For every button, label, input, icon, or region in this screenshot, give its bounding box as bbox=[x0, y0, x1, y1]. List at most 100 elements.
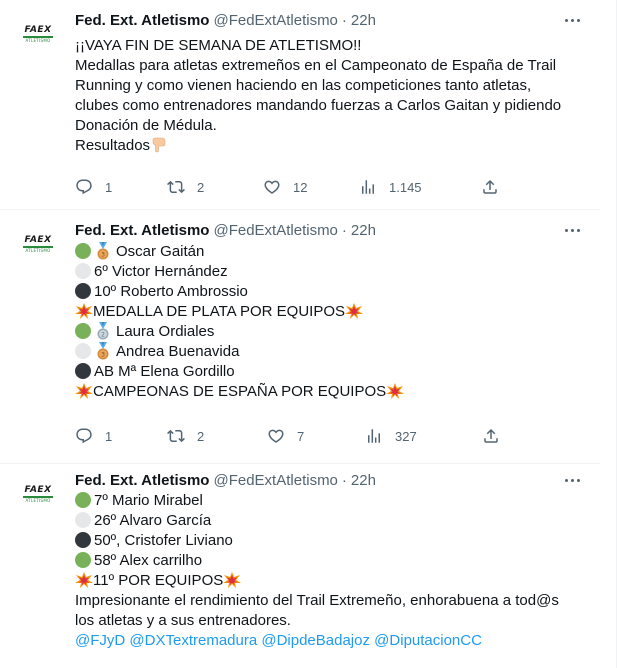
separator-dot: · bbox=[341, 221, 347, 239]
timestamp[interactable]: 22h bbox=[351, 222, 376, 239]
result-line: 2 Laura Ordiales bbox=[75, 322, 585, 342]
tweet[interactable]: FAEX ATLETISMO Fed. Ext. Atletismo @FedE… bbox=[0, 0, 600, 210]
black-circle-icon bbox=[75, 532, 91, 548]
avatar-logo-sub: ATLETISMO bbox=[25, 37, 51, 43]
result-line: 26º Alvaro García bbox=[75, 511, 585, 531]
retweet-button[interactable]: 2 bbox=[167, 178, 263, 196]
green-circle-icon bbox=[75, 492, 91, 508]
tweet-line: Running y como vienen haciendo en las co… bbox=[75, 77, 532, 94]
tweet-line: los atletas y a sus entrenadores. bbox=[75, 612, 291, 629]
tweet-header: Fed. Ext. Atletismo @FedExtAtletismo · 2… bbox=[75, 10, 376, 30]
avatar[interactable]: FAEX ATLETISMO bbox=[20, 234, 56, 254]
team-result-text: CAMPEONAS DE ESPAÑA POR EQUIPOS bbox=[93, 383, 387, 400]
separator-dot: · bbox=[341, 471, 347, 489]
separator-dot: · bbox=[341, 11, 347, 29]
tweet-line: Medallas para atletas extremeños en el C… bbox=[75, 57, 557, 74]
athlete-name: 10º Roberto Ambrossio bbox=[94, 283, 248, 300]
views-count: 1.145 bbox=[389, 179, 422, 195]
more-icon[interactable] bbox=[562, 220, 582, 240]
reply-icon bbox=[76, 179, 92, 195]
athlete-name: Andrea Buenavida bbox=[116, 343, 240, 360]
timestamp[interactable]: 22h bbox=[351, 12, 376, 29]
retweet-count: 2 bbox=[197, 428, 205, 444]
author-name[interactable]: Fed. Ext. Atletismo bbox=[75, 12, 209, 29]
collision-icon bbox=[345, 303, 364, 319]
tweet-actions: 1 2 7 327 bbox=[75, 426, 500, 446]
like-button[interactable]: 12 bbox=[263, 178, 359, 196]
athlete-name: 58º Alex carrilho bbox=[94, 552, 203, 569]
avatar-logo-sub: ATLETISMO bbox=[25, 497, 51, 503]
mention-link[interactable]: @FJyD bbox=[75, 632, 125, 649]
collision-icon bbox=[386, 383, 405, 399]
share-button[interactable] bbox=[482, 427, 500, 445]
mention-link[interactable]: @DipdeBadajoz bbox=[261, 632, 370, 649]
tweet-text: 3 Oscar Gaitán 6º Victor Hernández 10º Ro… bbox=[75, 242, 585, 402]
avatar-logo-text: FAEX bbox=[24, 24, 52, 35]
mention-link[interactable]: @DiputacionCC bbox=[374, 632, 482, 649]
author-handle[interactable]: @FedExtAtletismo bbox=[213, 12, 337, 29]
views-button[interactable]: 327 bbox=[365, 427, 482, 445]
white-circle-icon bbox=[75, 263, 91, 279]
team-result-line: CAMPEONAS DE ESPAÑA POR EQUIPOS bbox=[75, 382, 585, 402]
white-circle-icon bbox=[75, 343, 91, 359]
tweet[interactable]: FAEX ATLETISMO Fed. Ext. Atletismo @FedE… bbox=[0, 464, 600, 668]
mention-link[interactable]: @DXTextremadura bbox=[129, 632, 257, 649]
green-circle-icon bbox=[75, 552, 91, 568]
tweet-line: Donación de Médula. bbox=[75, 117, 217, 134]
team-result-line: 11º POR EQUIPOS bbox=[75, 571, 585, 591]
share-button[interactable] bbox=[481, 178, 499, 196]
result-line: 6º Victor Hernández bbox=[75, 262, 585, 282]
result-line: 3 Oscar Gaitán bbox=[75, 242, 585, 262]
views-button[interactable]: 1.145 bbox=[359, 178, 481, 196]
like-count: 7 bbox=[297, 428, 305, 444]
tweet-line: ¡¡VAYA FIN DE SEMANA DE ATLETISMO!! bbox=[75, 37, 362, 54]
team-result-line: MEDALLA DE PLATA POR EQUIPOS bbox=[75, 302, 585, 322]
result-line: AB Mª Elena Gordillo bbox=[75, 362, 585, 382]
avatar-logo-text: FAEX bbox=[24, 484, 52, 495]
bronze-medal-icon: 3 bbox=[97, 242, 109, 260]
views-icon bbox=[368, 429, 380, 443]
tweet-line-results: Resultados bbox=[75, 136, 585, 156]
tweet-line: clubes como entrenadores mandando fuerza… bbox=[75, 97, 562, 114]
result-line: 3 Andrea Buenavida bbox=[75, 342, 585, 362]
athlete-name: AB Mª Elena Gordillo bbox=[94, 363, 235, 380]
black-circle-icon bbox=[75, 363, 91, 379]
author-name[interactable]: Fed. Ext. Atletismo bbox=[75, 472, 209, 489]
retweet-icon bbox=[167, 429, 185, 443]
tweet-header: Fed. Ext. Atletismo @FedExtAtletismo · 2… bbox=[75, 470, 376, 490]
reply-icon bbox=[76, 428, 92, 444]
reply-button[interactable]: 1 bbox=[75, 427, 167, 445]
avatar[interactable]: FAEX ATLETISMO bbox=[20, 484, 56, 504]
results-label: Resultados bbox=[75, 137, 151, 154]
pointing-down-hand-icon bbox=[152, 137, 166, 153]
tweet-actions: 1 2 12 1.145 bbox=[75, 177, 499, 197]
reply-button[interactable]: 1 bbox=[75, 178, 167, 196]
bronze-medal-icon: 3 bbox=[97, 342, 109, 360]
result-line: 50º, Cristofer Liviano bbox=[75, 531, 585, 551]
collision-icon bbox=[75, 383, 93, 399]
timeline: FAEX ATLETISMO Fed. Ext. Atletismo @FedE… bbox=[0, 0, 617, 668]
author-handle[interactable]: @FedExtAtletismo bbox=[213, 472, 337, 489]
author-name[interactable]: Fed. Ext. Atletismo bbox=[75, 222, 209, 239]
avatar-logo-sub: ATLETISMO bbox=[25, 247, 51, 253]
reply-count: 1 bbox=[105, 179, 113, 195]
svg-text:3: 3 bbox=[101, 352, 105, 359]
more-icon[interactable] bbox=[562, 470, 582, 490]
svg-text:2: 2 bbox=[101, 332, 105, 339]
tweet[interactable]: FAEX ATLETISMO Fed. Ext. Atletismo @FedE… bbox=[0, 210, 600, 464]
avatar-logo-text: FAEX bbox=[24, 234, 52, 245]
more-icon[interactable] bbox=[562, 10, 582, 30]
svg-text:3: 3 bbox=[101, 252, 105, 259]
like-button[interactable]: 7 bbox=[267, 427, 365, 445]
avatar[interactable]: FAEX ATLETISMO bbox=[20, 24, 56, 44]
tweet-text: ¡¡VAYA FIN DE SEMANA DE ATLETISMO!! Meda… bbox=[75, 36, 585, 156]
retweet-button[interactable]: 2 bbox=[167, 427, 267, 445]
heart-icon bbox=[264, 180, 280, 194]
athlete-name: 26º Alvaro García bbox=[94, 512, 212, 529]
author-handle[interactable]: @FedExtAtletismo bbox=[213, 222, 337, 239]
reply-count: 1 bbox=[105, 428, 113, 444]
tweet-line: Impresionante el rendimiento del Trail E… bbox=[75, 592, 559, 609]
athlete-name: 6º Victor Hernández bbox=[94, 263, 228, 280]
timestamp[interactable]: 22h bbox=[351, 472, 376, 489]
views-count: 327 bbox=[395, 428, 417, 444]
